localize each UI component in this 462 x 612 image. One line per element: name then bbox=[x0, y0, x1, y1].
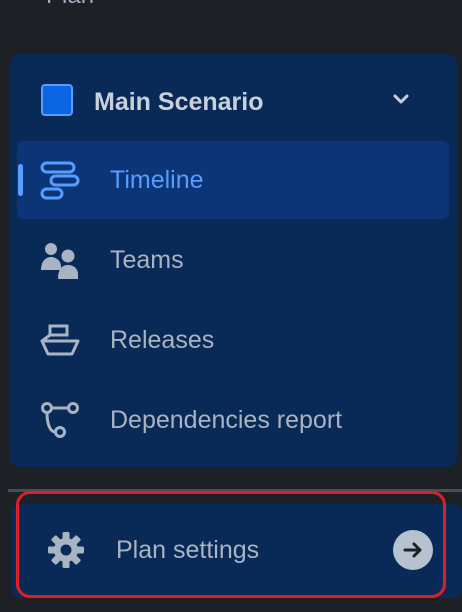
gear-icon bbox=[48, 532, 84, 568]
scenario-color-swatch bbox=[41, 84, 73, 116]
plan-settings-button[interactable]: Plan settings bbox=[12, 504, 462, 598]
divider bbox=[8, 489, 462, 492]
people-icon bbox=[41, 243, 78, 279]
sidebar-item-teams[interactable]: Teams bbox=[17, 221, 449, 299]
scenario-selector[interactable]: Main Scenario bbox=[10, 74, 457, 130]
sidebar-item-label: Releases bbox=[110, 326, 215, 354]
chevron-down-icon[interactable] bbox=[390, 88, 412, 110]
sidebar-item-label: Dependencies report bbox=[110, 406, 343, 434]
timeline-icon bbox=[40, 161, 80, 200]
plan-name-cut-off: Plan bbox=[46, 0, 94, 8]
sidebar-item-label: Timeline bbox=[110, 166, 204, 194]
scenario-name: Main Scenario bbox=[94, 88, 264, 116]
sidebar-item-label: Teams bbox=[110, 246, 184, 274]
sidebar-item-timeline[interactable]: Timeline bbox=[17, 141, 449, 219]
sidebar-item-releases[interactable]: Releases bbox=[17, 301, 449, 379]
scenario-panel: Main Scenario Timeline Teams Releases De… bbox=[10, 54, 457, 467]
plan-settings-label: Plan settings bbox=[116, 536, 260, 564]
dependencies-icon bbox=[41, 402, 79, 438]
ship-icon bbox=[40, 324, 80, 356]
arrow-right-icon[interactable] bbox=[393, 530, 433, 570]
sidebar-item-dependencies-report[interactable]: Dependencies report bbox=[17, 381, 449, 459]
active-indicator bbox=[18, 164, 23, 196]
